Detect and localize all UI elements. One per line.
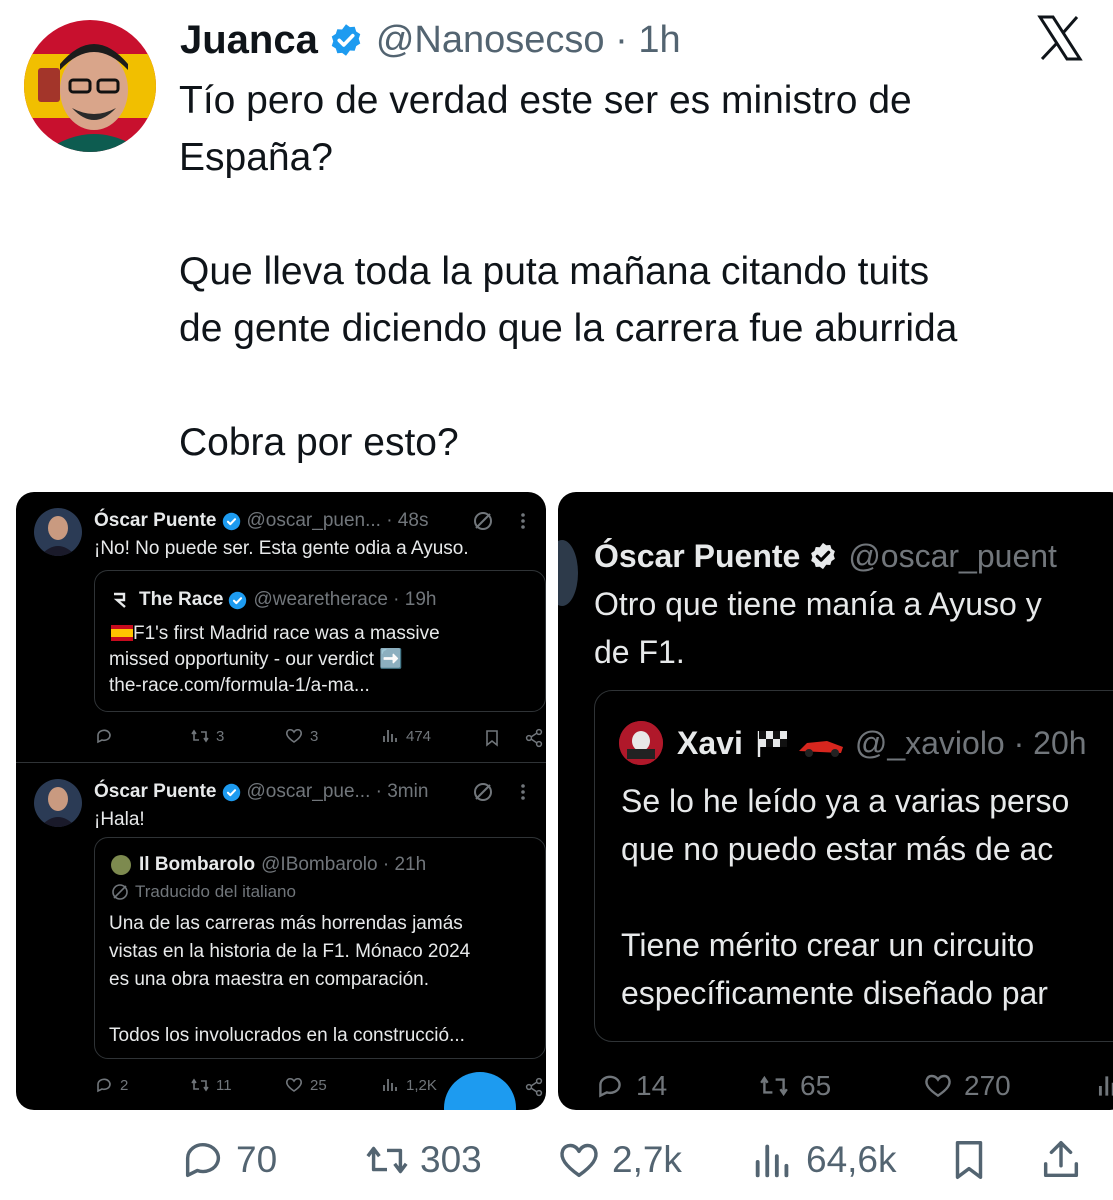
x-logo-icon[interactable]: [1036, 14, 1084, 62]
post-handle-time: @oscar_puen... · 48s: [246, 510, 429, 531]
embedded-post: Óscar Puente @oscar_puen... · 48s ¡No! N…: [16, 492, 546, 762]
like-action: 270: [922, 1070, 1011, 1102]
verified-icon: [222, 783, 240, 801]
post-actions: 14 65 270: [594, 1070, 1113, 1106]
the-race-logo-icon: [113, 592, 126, 608]
quote-text: F1's first Madrid race was a massive mis…: [109, 623, 440, 696]
quote-author-name: Xavi: [677, 724, 743, 761]
quote-header: Xavi @_xaviolo · 20h: [677, 721, 1087, 765]
views-icon: [755, 1144, 789, 1178]
tweet-action-bar: 70 303 2,7k 64,6k: [0, 1130, 1113, 1190]
share-icon[interactable]: [1038, 1137, 1084, 1183]
grok-icon: [474, 783, 492, 801]
heart-icon: [285, 728, 303, 743]
post-author-name: Óscar Puente: [94, 510, 217, 531]
verified-icon: [811, 542, 836, 570]
oscar-puente-avatar: [34, 508, 82, 556]
translation-notice: Traducido del italiano: [111, 882, 296, 902]
tweet-text: Tío pero de verdad este ser es ministro …: [179, 79, 958, 464]
share-icon: [525, 728, 543, 748]
quote-handle-time: @IBombarolo · 21h: [261, 854, 427, 875]
post-text: Otro que tiene manía a Ayuso y de F1.: [594, 586, 1042, 670]
post-text: ¡No! No puede ser. Esta gente odia a Ayu…: [94, 538, 469, 559]
post-header: Óscar Puente @oscar_puen... · 48s: [94, 508, 428, 534]
reply-icon: [97, 1078, 111, 1093]
quote-text: Una de las carreras más horrendas jamás …: [109, 913, 471, 1046]
quote-header: Il Bombarolo @IBombarolo · 21h: [111, 852, 426, 878]
views-button[interactable]: 64,6k: [750, 1130, 897, 1190]
retweet-count: 303: [420, 1139, 482, 1180]
retweet-action: 65: [758, 1070, 831, 1102]
retweet-icon: [191, 1078, 209, 1092]
reply-icon: [97, 729, 111, 744]
xavi-avatar: [619, 721, 663, 765]
reply-icon: [599, 1075, 621, 1098]
retweet-action: 11: [190, 1075, 232, 1095]
retweet-button[interactable]: 303: [364, 1130, 482, 1190]
views-count: 64,6k: [806, 1139, 897, 1180]
verified-icon: [229, 591, 247, 609]
reply-action: 2: [94, 1075, 128, 1095]
views-action: 474: [380, 726, 431, 746]
oscar-puente-avatar: [558, 540, 578, 606]
right-screenshot-image[interactable]: Óscar Puente @oscar_puent Otro que tiene…: [558, 492, 1113, 1110]
quote-author-name: Il Bombarolo: [139, 854, 256, 875]
post-handle-time: @oscar_pue... · 3min: [246, 781, 429, 802]
verified-icon: [331, 24, 361, 56]
heart-icon: [285, 1077, 303, 1092]
reply-action: 14: [594, 1070, 667, 1102]
race-car-icon: [798, 741, 843, 757]
post-author-name: Óscar Puente: [594, 537, 801, 574]
retweet-icon: [191, 729, 209, 743]
more-icon: [521, 784, 525, 800]
retweet-action: 3: [190, 726, 224, 746]
heart-icon: [560, 1143, 598, 1178]
bombarolo-avatar: [111, 855, 131, 875]
reply-count: 70: [236, 1139, 278, 1180]
reply-action: [94, 726, 120, 746]
quoted-post: The Race @wearetherace · 19h F1's first …: [94, 570, 546, 712]
post-handle: @oscar_puent: [848, 537, 1057, 574]
grok-icon: [474, 512, 492, 530]
quoted-post: Xavi @_xaviolo · 20h Se lo he leído ya a…: [594, 690, 1113, 1042]
author-avatar[interactable]: [24, 20, 156, 152]
embedded-post: Óscar Puente @oscar_pue... · 3min ¡Hala!…: [16, 762, 546, 1110]
quote-text: Se lo he leído ya a varias perso que no …: [621, 783, 1070, 1011]
like-button[interactable]: 2,7k: [556, 1130, 682, 1190]
retweet-icon: [366, 1146, 408, 1174]
left-screenshot-image[interactable]: Óscar Puente @oscar_puen... · 48s ¡No! N…: [16, 492, 546, 1110]
share-icon: [525, 1077, 543, 1097]
reply-icon: [185, 1143, 221, 1178]
checkered-flag-icon: [757, 731, 787, 757]
quoted-post: Il Bombarolo @IBombarolo · 21h Traducido…: [94, 837, 546, 1059]
bookmark-icon: [486, 730, 498, 747]
views-icon: [383, 730, 397, 742]
post-author-name: Óscar Puente: [94, 781, 217, 802]
quote-header: The Race @wearetherace · 19h: [111, 587, 436, 613]
quote-handle-time: @wearetherace · 19h: [253, 589, 437, 610]
bookmark-icon[interactable]: [946, 1137, 992, 1183]
tweet-header: Juanca @Nanosecso · 1h: [180, 14, 681, 66]
like-action: 3: [284, 726, 318, 746]
like-action: 25: [284, 1075, 327, 1095]
post-header: Óscar Puente @oscar_puent: [594, 536, 1057, 576]
views-icon: [383, 1079, 397, 1091]
heart-icon: [925, 1074, 951, 1098]
author-name[interactable]: Juanca: [180, 18, 318, 63]
author-handle-time[interactable]: @Nanosecso · 1h: [376, 19, 681, 62]
post-text: ¡Hala!: [94, 809, 145, 830]
post-header: Óscar Puente @oscar_pue... · 3min: [94, 779, 428, 805]
views-icon: [1098, 1076, 1113, 1096]
post-actions: 3 3 474: [94, 726, 544, 750]
retweet-icon: [760, 1075, 788, 1097]
views-action: 1,2K: [380, 1075, 437, 1095]
quote-author-name: The Race: [139, 589, 224, 610]
reply-button[interactable]: 70: [180, 1130, 277, 1190]
like-count: 2,7k: [612, 1139, 682, 1180]
translate-icon: [112, 884, 128, 900]
quote-handle-time: @_xaviolo · 20h: [854, 724, 1087, 761]
oscar-puente-avatar: [34, 779, 82, 827]
more-icon: [521, 513, 525, 529]
verified-icon: [222, 512, 240, 530]
